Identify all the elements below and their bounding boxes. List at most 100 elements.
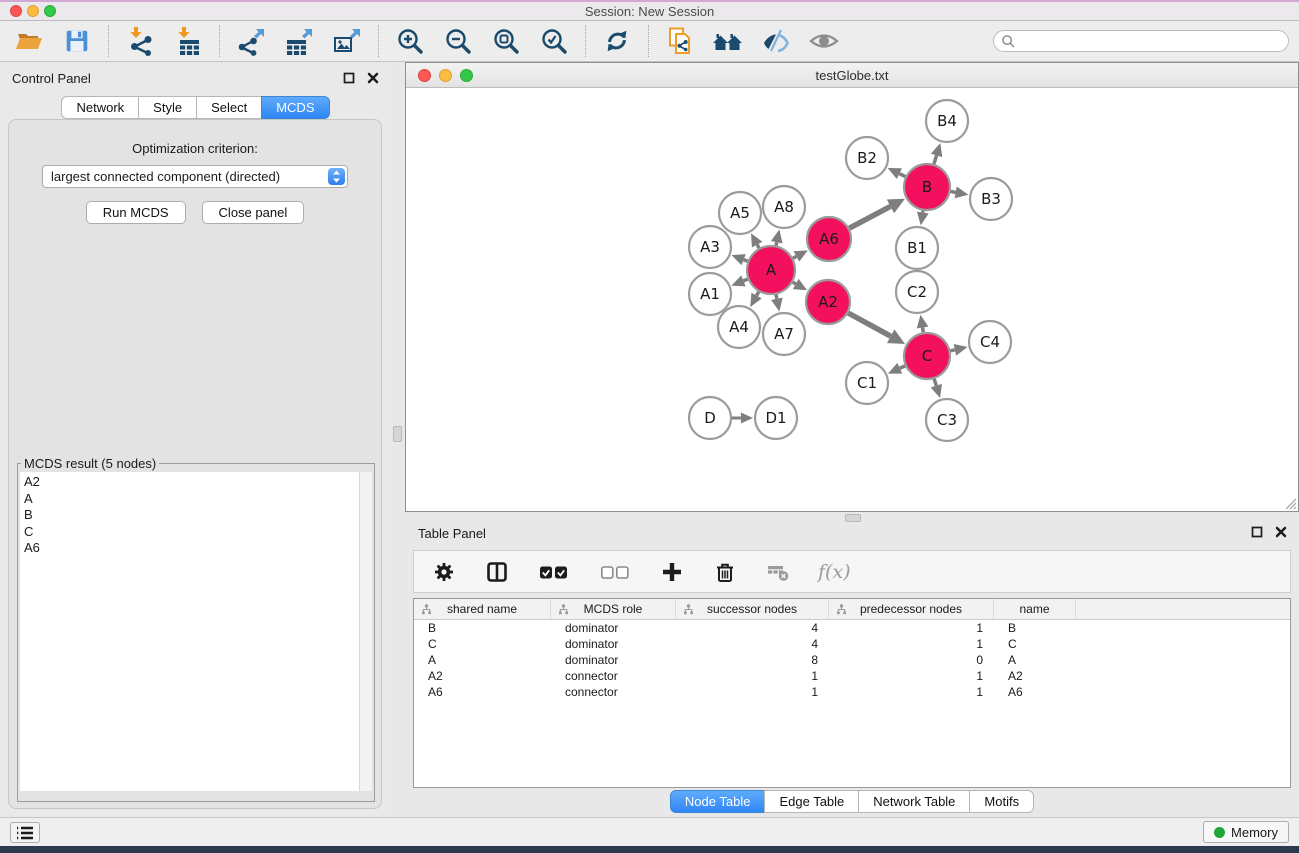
graph-edge-A2-C[interactable] xyxy=(848,313,891,336)
graph-edge-A6-B[interactable] xyxy=(849,206,890,228)
column-header-name[interactable]: name xyxy=(994,599,1076,619)
hide-panels-button[interactable] xyxy=(759,24,793,58)
tab-network-table[interactable]: Network Table xyxy=(858,790,970,813)
refresh-icon xyxy=(603,27,631,55)
mcds-result-list[interactable]: A2 A B C A6 xyxy=(20,472,372,791)
column-header-shared-name[interactable]: shared name xyxy=(414,599,551,619)
clone-network-button[interactable] xyxy=(663,24,697,58)
toolbar-search-field[interactable] xyxy=(993,30,1289,52)
export-image-button[interactable] xyxy=(330,24,364,58)
mcds-panel: Optimization criterion: largest connecte… xyxy=(8,119,382,809)
search-input[interactable] xyxy=(1016,32,1288,50)
mcds-result-title: MCDS result (5 nodes) xyxy=(21,456,159,471)
network-graph[interactable]: ABCA2A6A1A3A4A5A7A8B1B2B3B4C1C2C3C4DD1 xyxy=(406,88,1298,511)
result-item[interactable]: C xyxy=(24,524,372,541)
deselect-all-button[interactable] xyxy=(598,559,632,585)
graph-edge-C-C1[interactable] xyxy=(900,366,905,368)
column-header-successor-nodes[interactable]: successor nodes xyxy=(676,599,829,619)
zoom-fit-button[interactable] xyxy=(489,24,523,58)
open-session-button[interactable] xyxy=(12,24,46,58)
task-history-button[interactable] xyxy=(10,822,40,843)
graph-edge-A-A2[interactable] xyxy=(793,282,796,284)
tab-network[interactable]: Network xyxy=(61,96,139,119)
tab-motifs[interactable]: Motifs xyxy=(969,790,1034,813)
plus-icon xyxy=(661,561,683,583)
delete-row-button[interactable] xyxy=(712,559,738,585)
graph-edge-A-A6[interactable] xyxy=(793,256,796,258)
graph-arrowhead xyxy=(741,413,753,424)
table-header-row: shared name MCDS role successor nodes xyxy=(414,599,1290,620)
save-session-button[interactable] xyxy=(60,24,94,58)
refresh-button[interactable] xyxy=(600,24,634,58)
tab-node-table[interactable]: Node Table xyxy=(670,790,766,813)
select-all-button[interactable] xyxy=(537,559,571,585)
export-network-button[interactable] xyxy=(234,24,268,58)
memory-label: Memory xyxy=(1231,825,1278,840)
table-row[interactable]: C dominator 4 1 C xyxy=(414,636,1290,652)
table-row[interactable]: B dominator 4 1 B xyxy=(414,620,1290,636)
clear-table-button[interactable] xyxy=(765,559,791,585)
tab-edge-table[interactable]: Edge Table xyxy=(764,790,859,813)
result-item[interactable]: A2 xyxy=(24,474,372,491)
result-scrollbar[interactable] xyxy=(359,472,372,791)
result-item[interactable]: A6 xyxy=(24,540,372,557)
graph-edge-C-C4[interactable] xyxy=(950,350,954,351)
graph-edge-A-A4[interactable] xyxy=(757,292,759,296)
zoom-out-button[interactable] xyxy=(441,24,475,58)
cell-shared-name: A2 xyxy=(414,668,551,684)
graph-edge-B-B4[interactable] xyxy=(934,155,937,164)
function-builder-button[interactable]: f(x) xyxy=(818,561,851,583)
graph-edge-A-A8[interactable] xyxy=(776,242,777,245)
list-icon xyxy=(16,826,34,840)
table-row[interactable]: A6 connector 1 1 A6 xyxy=(414,684,1290,700)
toolbar-separator xyxy=(585,25,586,57)
column-chooser-button[interactable] xyxy=(484,559,510,585)
graph-edge-A-A7[interactable] xyxy=(776,294,777,298)
criterion-dropdown[interactable]: largest connected component (directed) xyxy=(42,165,348,188)
home-view-button[interactable] xyxy=(711,24,745,58)
network-canvas[interactable]: ABCA2A6A1A3A4A5A7A8B1B2B3B4C1C2C3C4DD1 xyxy=(406,88,1298,511)
column-header-predecessor-nodes[interactable]: predecessor nodes xyxy=(829,599,994,619)
network-window-titlebar[interactable]: testGlobe.txt xyxy=(406,63,1298,88)
tab-style[interactable]: Style xyxy=(138,96,197,119)
run-mcds-button[interactable]: Run MCDS xyxy=(86,201,186,224)
close-table-panel-icon[interactable] xyxy=(1275,526,1287,538)
import-network-button[interactable] xyxy=(123,24,157,58)
network-view-window: testGlobe.txt ABCA2A6A1A3A4A5A7A8B1B2B3B… xyxy=(405,62,1299,512)
graph-edge-B-B3[interactable] xyxy=(951,191,956,192)
close-panel-icon[interactable] xyxy=(367,72,379,84)
column-header-mcds-role[interactable]: MCDS role xyxy=(551,599,676,619)
main-toolbar xyxy=(0,21,1299,62)
graph-node-label-C2: C2 xyxy=(907,283,927,301)
export-table-button[interactable] xyxy=(282,24,316,58)
resize-grip-icon[interactable] xyxy=(1283,496,1297,510)
float-table-panel-icon[interactable] xyxy=(1251,526,1263,538)
result-item[interactable]: B xyxy=(24,507,372,524)
graph-edge-B-B2[interactable] xyxy=(899,174,905,177)
graph-node-label-A2: A2 xyxy=(818,293,838,311)
tab-mcds[interactable]: MCDS xyxy=(261,96,329,119)
table-row[interactable]: A dominator 8 0 A xyxy=(414,652,1290,668)
cell-shared-name: A6 xyxy=(414,684,551,700)
zoom-in-button[interactable] xyxy=(393,24,427,58)
cell-successor-nodes: 1 xyxy=(676,684,829,700)
show-graphics-details-button[interactable] xyxy=(807,24,841,58)
import-table-button[interactable] xyxy=(171,24,205,58)
tab-select[interactable]: Select xyxy=(196,96,262,119)
graph-node-label-D1: D1 xyxy=(765,409,786,427)
graph-edge-A-A1[interactable] xyxy=(743,279,747,281)
close-panel-button[interactable]: Close panel xyxy=(202,201,305,224)
cell-successor-nodes: 4 xyxy=(676,636,829,652)
result-item[interactable]: A xyxy=(24,491,372,508)
graph-edge-A-A5[interactable] xyxy=(757,245,759,248)
table-settings-button[interactable] xyxy=(431,559,457,585)
vertical-splitter-handle[interactable] xyxy=(393,426,402,442)
float-panel-icon[interactable] xyxy=(343,72,355,84)
graph-edge-C-C2[interactable] xyxy=(923,328,924,333)
add-row-button[interactable] xyxy=(659,559,685,585)
graph-edge-A-A3[interactable] xyxy=(744,260,748,261)
graph-edge-C-C3[interactable] xyxy=(934,379,936,386)
table-row[interactable]: A2 connector 1 1 A2 xyxy=(414,668,1290,684)
zoom-selected-button[interactable] xyxy=(537,24,571,58)
memory-button[interactable]: Memory xyxy=(1203,821,1289,843)
